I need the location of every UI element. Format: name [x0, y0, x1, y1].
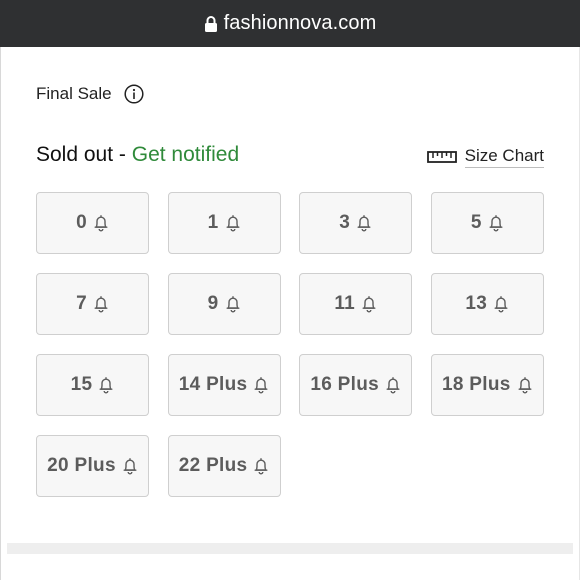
- size-option-button[interactable]: 0: [36, 192, 149, 254]
- size-option-label: 22 Plus: [178, 455, 248, 476]
- size-option-button[interactable]: 18 Plus: [430, 354, 544, 416]
- page: fashionnova.com Final Sale Sold out - Ge…: [0, 0, 580, 580]
- size-option-button[interactable]: 20 Plus: [36, 435, 149, 497]
- browser-url-bar[interactable]: fashionnova.com: [0, 0, 580, 47]
- size-option-button[interactable]: 1: [167, 192, 281, 254]
- ruler-icon: [426, 150, 457, 164]
- size-option-label: 13: [465, 293, 488, 314]
- info-icon[interactable]: [124, 84, 144, 104]
- size-option-label: 11: [334, 293, 356, 314]
- url-text: fashionnova.com: [223, 12, 377, 34]
- size-option-label: 0: [76, 212, 87, 233]
- size-option-label: 5: [470, 212, 482, 233]
- status-separator: -: [113, 143, 132, 166]
- size-option-button[interactable]: 5: [430, 192, 544, 254]
- final-sale-row: Final Sale: [36, 82, 144, 106]
- bell-icon: [488, 214, 504, 232]
- bell-icon: [356, 214, 372, 232]
- bell-icon: [98, 376, 114, 394]
- size-option-button[interactable]: 15: [36, 354, 149, 416]
- size-option-label: 20 Plus: [47, 455, 116, 476]
- size-option-button[interactable]: 13: [430, 273, 544, 335]
- size-option-button[interactable]: 9: [167, 273, 281, 335]
- bell-icon: [93, 214, 109, 232]
- size-option-label: 3: [339, 212, 351, 233]
- get-notified-link[interactable]: Get notified: [132, 143, 239, 166]
- size-option-button[interactable]: 7: [36, 273, 149, 335]
- bell-icon: [361, 295, 377, 313]
- size-option-label: 1: [207, 212, 219, 233]
- size-option-button[interactable]: 16 Plus: [299, 354, 413, 416]
- bell-icon: [225, 214, 241, 232]
- size-option-label: 16 Plus: [310, 374, 379, 395]
- size-options-grid: 0 1 3 5 7 9 11 13 15 14 Plus 16 Plus 18 Plus 20 Plus…: [36, 192, 544, 497]
- bell-icon: [385, 376, 401, 394]
- size-option-button[interactable]: 14 Plus: [167, 354, 281, 416]
- size-option-label: 15: [70, 374, 93, 395]
- bell-icon: [122, 457, 138, 475]
- section-divider: [7, 543, 573, 554]
- bell-icon: [253, 376, 269, 394]
- sold-out-text: Sold out: [36, 143, 114, 166]
- bell-icon: [93, 295, 109, 313]
- size-option-label: 18 Plus: [441, 374, 511, 395]
- size-option-label: 9: [207, 293, 219, 314]
- availability-status: Sold out - Get notified: [36, 143, 239, 167]
- size-option-button[interactable]: 22 Plus: [167, 435, 281, 497]
- size-option-label: 7: [76, 293, 87, 314]
- final-sale-label: Final Sale: [36, 84, 112, 103]
- bell-icon: [517, 376, 533, 394]
- bell-icon: [225, 295, 241, 313]
- bell-icon: [253, 457, 269, 475]
- size-chart-label: Size Chart: [464, 146, 544, 168]
- size-option-label: 14 Plus: [178, 374, 248, 395]
- size-option-button[interactable]: 11: [299, 273, 413, 335]
- left-border: [0, 47, 1, 580]
- size-chart-link[interactable]: Size Chart: [426, 146, 544, 168]
- size-option-button[interactable]: 3: [299, 192, 413, 254]
- bell-icon: [493, 295, 509, 313]
- lock-icon: [204, 15, 218, 33]
